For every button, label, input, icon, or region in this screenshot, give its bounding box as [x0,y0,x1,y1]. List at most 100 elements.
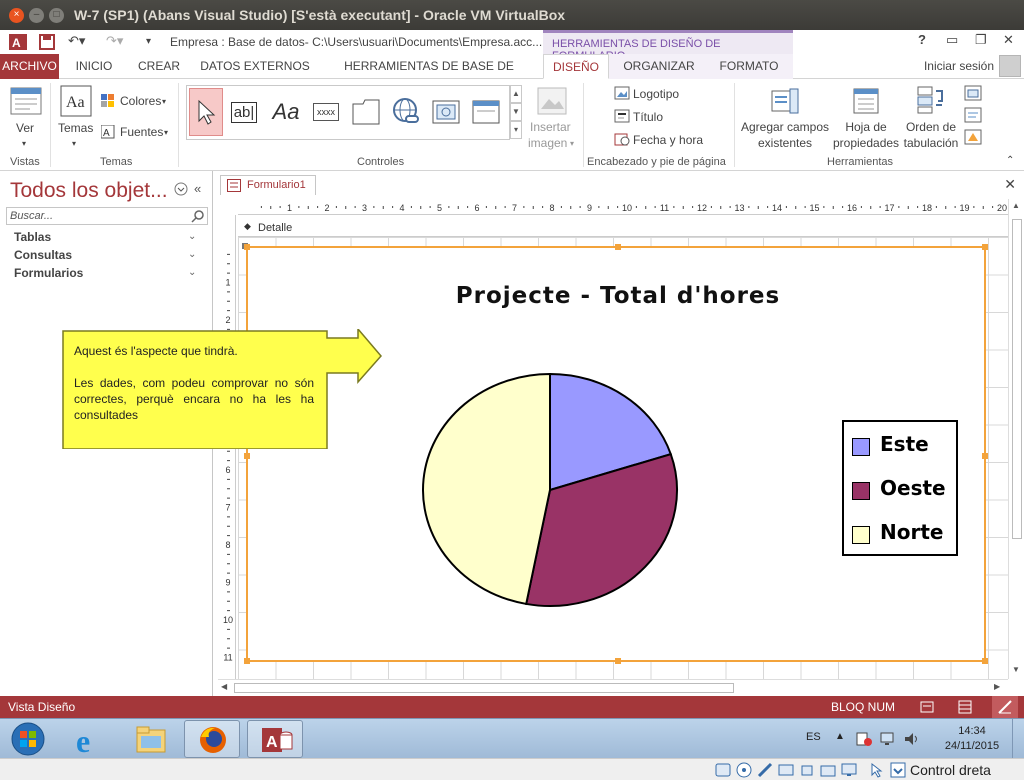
nav-dropdown-icon[interactable] [174,182,188,196]
section-bar-detalle[interactable]: ◆ Detalle [238,219,1010,237]
host-key-arrow-icon[interactable] [890,762,906,778]
mouse-integration-icon[interactable] [868,762,884,778]
access-icon: A [262,728,293,752]
restore-icon[interactable]: ❐ [975,32,987,48]
network-icon[interactable] [879,731,897,747]
document-tab-label: Formulario1 [247,179,306,191]
scroll-right-icon[interactable]: ▶ [994,682,1000,691]
tab-herramientas-bd[interactable]: HERRAMIENTAS DE BASE DE DATOS [325,54,533,98]
layout-view-icon[interactable] [957,699,973,715]
design-view-button[interactable] [992,696,1018,718]
ruler-h-label: 17 [884,203,894,213]
group-label-encabezado: Encabezado y pie de página [587,156,726,168]
customize-qat-icon[interactable]: ▾ [146,36,151,54]
clock-date: 24/11/2015 [944,740,1000,752]
tab-formato[interactable]: FORMATO [710,54,788,79]
collapse-pane-icon[interactable]: « [194,181,201,196]
save-icon[interactable] [38,33,56,51]
ruler-h-label: 12 [697,203,707,213]
show-hidden-icons[interactable]: ▲ [835,731,845,742]
window-close-icon[interactable]: ✕ [1003,32,1014,48]
hyperlink-button[interactable] [389,88,423,136]
language-indicator[interactable]: ES [806,731,821,743]
vertical-scroll-thumb[interactable] [1012,219,1022,539]
button-control-button[interactable]: xxxx [309,88,343,136]
text-box-button[interactable]: ab| [227,88,261,136]
taskbar-explorer[interactable] [123,720,179,758]
chevron-down-icon[interactable]: ⌄ [188,267,196,278]
web-browser-button[interactable] [429,88,463,136]
hard-disk-icon[interactable] [715,762,731,778]
gallery-scroll-down[interactable]: ▼ [510,103,522,121]
ruler-v-label: 8 [225,540,230,550]
chart-control[interactable]: Projecte - Total d'hores Este Oeste Norte [244,244,988,664]
convert-macros-icon[interactable] [964,129,982,145]
tray-clock[interactable]: 14:34 24/11/2015 [937,724,1007,754]
taskbar-ie[interactable]: e [62,720,118,759]
chevron-down-icon[interactable]: ⌄ [188,231,196,242]
search-input[interactable]: Buscar... [6,207,208,225]
controls-gallery: ab| Aa xxxx [186,85,510,140]
vertical-ruler: 1234567891011 [220,215,236,685]
ruler-v-label: 2 [225,315,230,325]
nav-group-formularios[interactable]: Formularios [14,266,83,280]
navigation-control-button[interactable] [469,88,503,136]
chevron-down-icon[interactable]: ⌄ [188,249,196,260]
windows-start-icon [11,722,45,756]
search-icon[interactable] [191,209,205,223]
avatar[interactable] [999,55,1021,77]
nav-group-tablas[interactable]: Tablas [14,230,51,244]
scroll-down-icon[interactable]: ▼ [1012,665,1020,674]
tab-diseno[interactable]: DISEÑO [543,54,609,79]
horizontal-scroll-thumb[interactable] [234,683,734,693]
close-icon[interactable]: × [9,8,24,23]
redo-icon[interactable]: ↷▾ [106,33,123,51]
maximize-icon[interactable]: □ [49,8,64,23]
undo-icon[interactable]: ↶▾ [68,33,85,51]
display-icon[interactable] [841,762,857,778]
nav-title[interactable]: Todos los objet... [10,179,168,203]
collapse-ribbon-icon[interactable]: ⌃ [1006,153,1014,168]
minimize-icon[interactable]: – [29,8,44,23]
label-button[interactable]: Aa [269,88,303,136]
tab-crear[interactable]: CREAR [131,54,187,79]
tab-datos-externos[interactable]: DATOS EXTERNOS [196,54,314,79]
help-icon[interactable]: ? [918,32,926,47]
view-code-icon[interactable] [964,107,982,123]
close-document-icon[interactable]: ✕ [1004,176,1016,193]
internet-explorer-icon: e [76,723,90,759]
tab-organizar[interactable]: ORGANIZAR [616,54,702,79]
nav-group-consultas[interactable]: Consultas [14,248,72,262]
form-view-icon[interactable] [919,699,935,715]
tab-inicio[interactable]: INICIO [68,54,120,79]
shared-folders-icon[interactable] [820,762,836,778]
show-desktop-button[interactable] [1012,719,1024,759]
title-icon [614,109,630,123]
gallery-more[interactable]: ▾ [510,121,522,139]
subform-icon[interactable] [964,85,982,101]
titulo-label: Título [633,110,664,124]
action-center-icon[interactable] [855,731,873,747]
usb-icon[interactable] [799,762,815,778]
vbox-status-bar: Control dreta [0,758,1024,780]
tab-control-button[interactable] [349,88,383,136]
optical-drive-icon[interactable] [736,762,752,778]
volume-icon[interactable] [903,731,921,747]
start-button[interactable] [0,720,56,758]
gallery-scroll-up[interactable]: ▲ [510,85,522,103]
scroll-left-icon[interactable]: ◀ [221,682,227,691]
vertical-scrollbar[interactable]: ▲ ▼ [1008,199,1024,679]
horizontal-scrollbar[interactable]: ◀ ▶ [218,679,1008,695]
document-tab[interactable]: Formulario1 [220,175,316,195]
ribbon-display-icon[interactable]: ▭ [946,32,958,48]
scroll-up-icon[interactable]: ▲ [1012,201,1020,210]
taskbar-firefox[interactable] [184,720,240,758]
network-adapter-icon[interactable] [778,762,794,778]
taskbar-access[interactable]: A [247,720,303,758]
sign-in-link[interactable]: Iniciar sesión [924,59,994,73]
select-pointer-button[interactable] [189,88,223,136]
tab-archivo[interactable]: ARCHIVO [0,54,59,79]
audio-icon[interactable] [757,762,773,778]
access-app-icon[interactable]: A [8,33,28,51]
tab-order-icon [917,86,943,114]
